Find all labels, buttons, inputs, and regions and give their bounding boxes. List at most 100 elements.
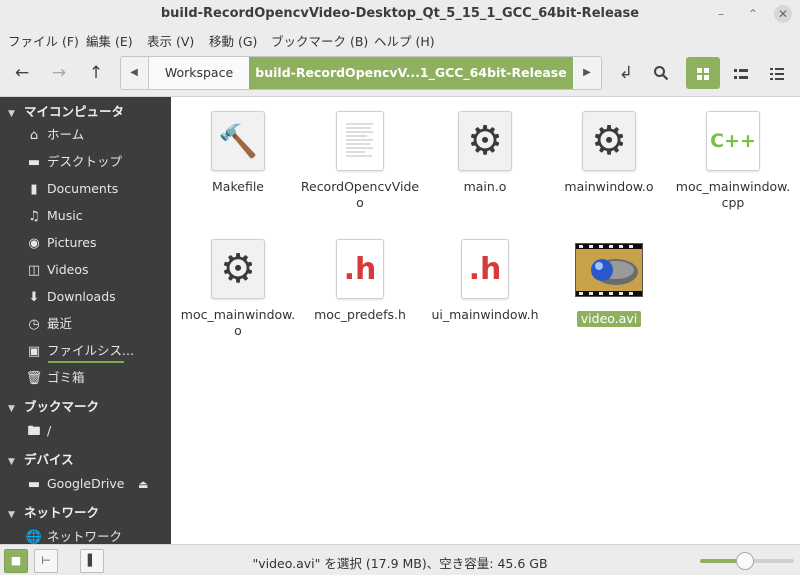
sidebar-item-documents[interactable]: ▮ Documents [24, 177, 118, 201]
window-title: build-RecordOpencvVideo-Desktop_Qt_5_15_… [160, 6, 640, 21]
menu-view[interactable]: 表示 (V) [147, 31, 194, 50]
collapse-icon: ▼ [8, 109, 15, 119]
file-grid: 🔨 Makefile RecordOpencvVideo ⚙ main.o ⚙ … [172, 97, 800, 544]
header-icon: .h [336, 239, 384, 299]
forward-button[interactable]: → [45, 59, 73, 87]
search-icon [654, 66, 669, 81]
hammer-icon: 🔨 [211, 111, 265, 171]
gear-icon: ⚙ [582, 111, 636, 171]
pictures-icon: ◉ [28, 236, 40, 251]
sidebar-item-pictures[interactable]: ◉ Pictures [24, 231, 96, 255]
file-video-avi[interactable]: video.avi [549, 243, 669, 327]
document-icon [336, 111, 384, 171]
file-mainwindow-o[interactable]: ⚙ mainwindow.o [549, 111, 669, 195]
folder-icon: ■ [10, 554, 22, 567]
filesystem-icon: ▣ [27, 344, 41, 359]
breadcrumb-item-current[interactable]: build-RecordOpencvV...1_GCC_64bit-Releas… [249, 57, 573, 89]
sidebar-section-bookmarks[interactable]: ▼ ブックマーク [8, 396, 99, 415]
drive-icon: ▬ [27, 477, 41, 492]
breadcrumb: ◀ Workspace build-RecordOpencvV...1_GCC_… [120, 56, 602, 90]
close-button[interactable]: ✕ [774, 5, 792, 23]
menu-go[interactable]: 移動 (G) [209, 31, 257, 50]
menu-help[interactable]: ヘルプ (H) [374, 31, 435, 50]
network-icon: 🌐 [25, 530, 43, 544]
list-icon [734, 68, 748, 79]
back-button[interactable]: ← [8, 59, 36, 87]
sidebar: ▼ マイコンピュータ ⌂ ホーム ▬ デスクトップ ▮ Documents ♫ Music… [0, 97, 171, 544]
toggle-location-button[interactable]: ↲ [612, 59, 640, 87]
toolbar: ← → ↑ ◀ Workspace build-RecordOpencvV...… [0, 50, 800, 97]
search-button[interactable] [647, 59, 675, 87]
status-text: "video.avi" を選択 (17.9 MB)、空き容量: 45.6 GB [252, 556, 548, 571]
compact-icon [770, 67, 784, 80]
sidebar-toggle-icon: ▌ [87, 554, 97, 567]
gear-icon: ⚙ [211, 239, 265, 299]
file-moc-mainwindow-o[interactable]: ⚙ moc_mainwindow.o [178, 239, 298, 339]
minimize-button[interactable]: – [712, 5, 730, 23]
file-main-o[interactable]: ⚙ main.o [425, 111, 545, 195]
documents-icon: ▮ [30, 182, 38, 197]
gear-icon: ⚙ [458, 111, 512, 171]
up-button[interactable]: ↑ [82, 59, 110, 87]
video-thumbnail [575, 243, 643, 297]
sidebar-item-music[interactable]: ♫ Music [24, 204, 82, 228]
root-folder-icon: 🖿 [27, 424, 41, 439]
sidebar-section-devices[interactable]: ▼ デバイス [8, 449, 74, 468]
downloads-icon: ⬇ [28, 290, 40, 305]
show-treeview-button[interactable]: ⊢ [34, 549, 58, 573]
file-makefile[interactable]: 🔨 Makefile [178, 111, 298, 195]
menu-edit[interactable]: 編集 (E) [86, 31, 133, 50]
collapse-icon: ▼ [8, 510, 15, 520]
breadcrumb-left-arrow[interactable]: ◀ [121, 57, 147, 89]
sidebar-item-recent[interactable]: ◷ 最近 [24, 312, 72, 336]
file-executable[interactable]: RecordOpencvVideo [300, 111, 420, 211]
sidebar-item-filesystem[interactable]: ▣ ファイルシス... [24, 339, 134, 363]
sidebar-item-desktop[interactable]: ▬ デスクトップ [24, 150, 122, 174]
file-moc-mainwindow-cpp[interactable]: C++ moc_mainwindow.cpp [673, 111, 793, 211]
zoom-slider-handle[interactable] [736, 552, 754, 570]
sidebar-item-network[interactable]: 🌐 ネットワーク [24, 525, 122, 544]
maximize-button[interactable]: ⌃ [744, 5, 762, 23]
sidebar-item-videos[interactable]: ◫ Videos [24, 258, 89, 282]
sidebar-item-home[interactable]: ⌂ ホーム [24, 123, 84, 147]
location-icon: ↲ [618, 63, 634, 83]
sidebar-item-googledrive[interactable]: ▬ GoogleDrive [24, 472, 125, 496]
filesystem-usage-bar [48, 361, 124, 363]
compact-view-button[interactable] [760, 57, 794, 89]
sidebar-item-root[interactable]: 🖿 / [24, 419, 51, 443]
show-places-button[interactable]: ■ [4, 549, 28, 573]
sidebar-item-downloads[interactable]: ⬇ Downloads [24, 285, 116, 309]
eject-icon[interactable]: ⏏ [138, 478, 148, 491]
cpp-icon: C++ [706, 111, 760, 171]
grid-icon [697, 67, 709, 80]
collapse-icon: ▼ [8, 457, 15, 467]
home-icon: ⌂ [29, 128, 39, 143]
title-bar: build-RecordOpencvVideo-Desktop_Qt_5_15_… [0, 0, 800, 28]
tree-icon: ⊢ [41, 554, 51, 567]
file-ui-mainwindow-h[interactable]: .h ui_mainwindow.h [425, 239, 545, 323]
file-name: moc_predefs.h [314, 307, 406, 322]
zoom-slider[interactable] [700, 552, 794, 570]
file-name: moc_mainwindow.o [180, 307, 296, 338]
collapse-icon: ▼ [8, 404, 15, 414]
menu-bookmarks[interactable]: ブックマーク (B) [271, 31, 368, 50]
sidebar-item-trash[interactable]: 🗑 ゴミ箱 [24, 366, 85, 390]
menu-file[interactable]: ファイル (F) [8, 31, 79, 50]
menu-bar: ファイル (F) 編集 (E) 表示 (V) 移動 (G) ブックマーク (B)… [0, 28, 800, 50]
list-view-button[interactable] [724, 57, 758, 89]
file-name: ui_mainwindow.h [431, 307, 539, 322]
file-name: RecordOpencvVideo [300, 179, 420, 210]
icon-view-button[interactable] [686, 57, 720, 89]
trash-icon: 🗑 [25, 371, 43, 386]
file-name: moc_mainwindow.cpp [675, 179, 791, 210]
file-name: mainwindow.o [564, 179, 654, 194]
videos-icon: ◫ [27, 263, 41, 278]
header-icon: .h [461, 239, 509, 299]
file-name: Makefile [212, 179, 264, 194]
sidebar-section-my-computer[interactable]: ▼ マイコンピュータ [8, 101, 124, 120]
sidebar-section-network[interactable]: ▼ ネットワーク [8, 502, 99, 521]
breadcrumb-right-arrow[interactable]: ▶ [574, 57, 600, 89]
breadcrumb-item-workspace[interactable]: Workspace [148, 57, 250, 89]
file-moc-predefs-h[interactable]: .h moc_predefs.h [300, 239, 420, 323]
hide-sidebar-button[interactable]: ▌ [80, 549, 104, 573]
